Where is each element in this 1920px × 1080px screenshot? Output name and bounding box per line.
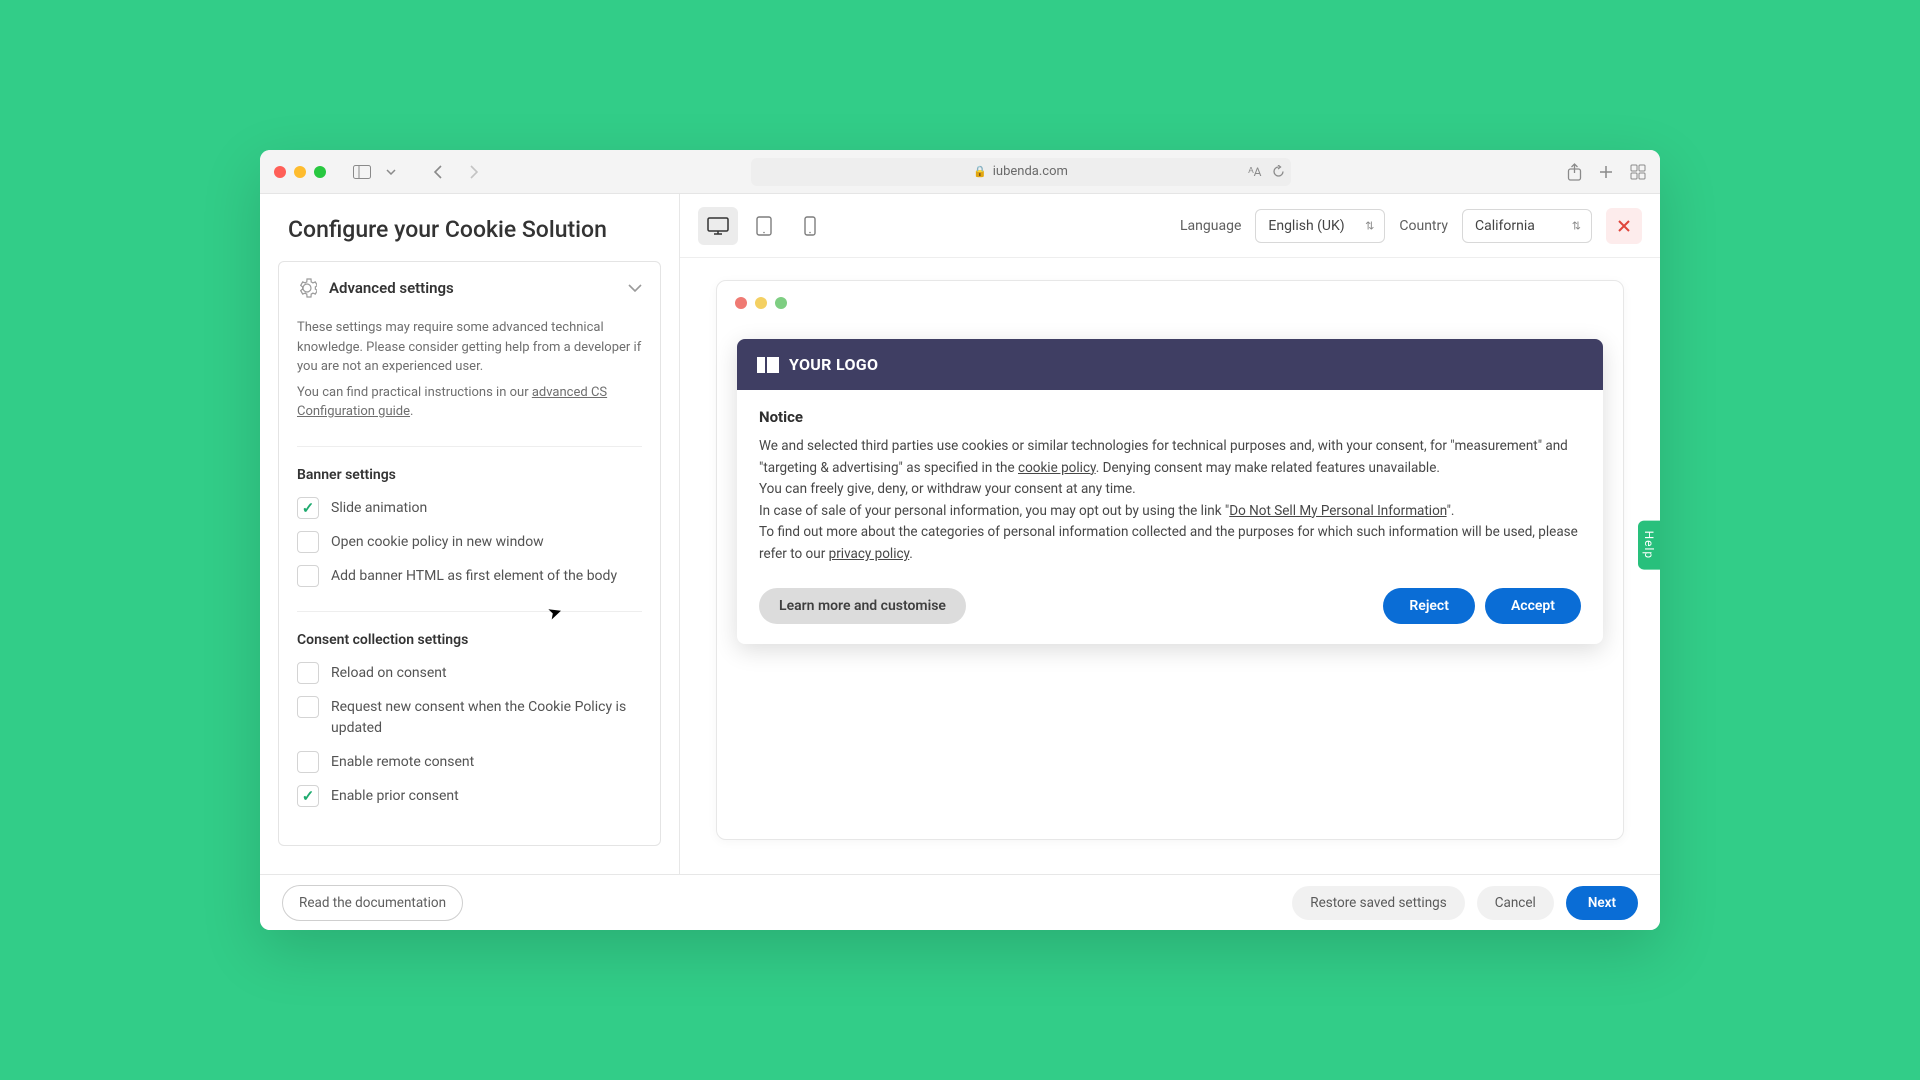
divider (297, 611, 642, 612)
divider (297, 446, 642, 447)
chevron-down-icon[interactable] (384, 158, 398, 186)
traffic-lights (274, 166, 326, 178)
country-select[interactable]: California ⇅ (1462, 209, 1592, 243)
window-close-dot[interactable] (274, 166, 286, 178)
advanced-settings-desc2: You can find practical instructions in o… (297, 377, 642, 422)
checkbox-icon[interactable] (297, 662, 319, 684)
preview-traffic-lights (717, 281, 1623, 325)
nav-back-icon[interactable] (424, 158, 452, 186)
reject-button[interactable]: Reject (1383, 588, 1475, 624)
banner-title: Notice (759, 408, 1581, 426)
device-tablet-button[interactable] (744, 207, 784, 245)
option-open-new-window[interactable]: Open cookie policy in new window (297, 531, 642, 553)
checkbox-icon[interactable] (297, 531, 319, 553)
option-request-new-consent[interactable]: Request new consent when the Cookie Poli… (297, 696, 642, 739)
chevron-down-icon (628, 284, 642, 292)
device-mobile-button[interactable] (790, 207, 830, 245)
sidebar-toggle-icon[interactable] (348, 158, 376, 186)
caret-icon: ⇅ (1365, 219, 1374, 232)
learn-more-button[interactable]: Learn more and customise (759, 588, 966, 624)
checkbox-checked-icon[interactable] (297, 785, 319, 807)
checkbox-icon[interactable] (297, 751, 319, 773)
share-icon[interactable] (1567, 163, 1582, 181)
caret-icon: ⇅ (1572, 219, 1581, 232)
lock-icon: 🔒 (973, 165, 987, 178)
preview-toolbar: Language English (UK) ⇅ Country Californ… (680, 194, 1660, 258)
cookie-policy-link[interactable]: cookie policy (1018, 460, 1096, 476)
checkbox-checked-icon[interactable] (297, 497, 319, 519)
nav-forward-icon[interactable] (460, 158, 488, 186)
language-label: Language (1180, 218, 1241, 234)
privacy-policy-link[interactable]: privacy policy (829, 546, 910, 562)
option-enable-prior-consent[interactable]: Enable prior consent (297, 785, 642, 807)
banner-logo-text: YOUR LOGO (789, 355, 878, 374)
new-tab-icon[interactable] (1598, 164, 1614, 180)
banner-header: YOUR LOGO (737, 339, 1603, 390)
window-minimize-dot[interactable] (294, 166, 306, 178)
restore-settings-button[interactable]: Restore saved settings (1292, 886, 1464, 920)
browser-chrome: 🔒 iubenda.com ᴬA (260, 150, 1660, 194)
checkbox-icon[interactable] (297, 696, 319, 718)
preview-window: YOUR LOGO Notice We and selected third p… (716, 280, 1624, 840)
address-bar[interactable]: 🔒 iubenda.com ᴬA (751, 158, 1291, 186)
gear-icon (297, 278, 317, 298)
url-host: iubenda.com (993, 164, 1068, 179)
advanced-settings-header[interactable]: Advanced settings (297, 278, 642, 312)
reader-icon[interactable]: ᴬA (1248, 165, 1261, 179)
next-button[interactable]: Next (1566, 886, 1638, 920)
option-slide-animation[interactable]: Slide animation (297, 497, 642, 519)
settings-sidebar: Configure your Cookie Solution Advanced … (260, 194, 680, 874)
device-desktop-button[interactable] (698, 207, 738, 245)
window-zoom-dot[interactable] (314, 166, 326, 178)
advanced-settings-desc1: These settings may require some advanced… (297, 312, 642, 377)
language-select[interactable]: English (UK) ⇅ (1255, 209, 1385, 243)
checkbox-icon[interactable] (297, 565, 319, 587)
option-add-banner-html[interactable]: Add banner HTML as first element of the … (297, 565, 642, 587)
advanced-settings-title: Advanced settings (329, 279, 616, 297)
page-title: Configure your Cookie Solution (260, 194, 679, 261)
close-preview-button[interactable] (1606, 208, 1642, 244)
cancel-button[interactable]: Cancel (1477, 886, 1554, 920)
option-reload-on-consent[interactable]: Reload on consent (297, 662, 642, 684)
cookie-banner: YOUR LOGO Notice We and selected third p… (737, 339, 1603, 644)
country-label: Country (1399, 218, 1448, 234)
read-documentation-button[interactable]: Read the documentation (282, 885, 463, 921)
banner-text: We and selected third parties use cookie… (759, 436, 1581, 566)
option-enable-remote-consent[interactable]: Enable remote consent (297, 751, 642, 773)
logo-icon (757, 357, 779, 373)
do-not-sell-link[interactable]: Do Not Sell My Personal Information (1229, 503, 1446, 519)
footer: Read the documentation Restore saved set… (260, 874, 1660, 930)
banner-settings-title: Banner settings (297, 467, 642, 483)
accept-button[interactable]: Accept (1485, 588, 1581, 624)
tabs-overview-icon[interactable] (1630, 164, 1646, 180)
help-tab[interactable]: Help (1638, 521, 1660, 570)
reload-icon[interactable] (1272, 165, 1285, 179)
consent-settings-title: Consent collection settings (297, 632, 642, 648)
preview-canvas: YOUR LOGO Notice We and selected third p… (680, 258, 1660, 874)
